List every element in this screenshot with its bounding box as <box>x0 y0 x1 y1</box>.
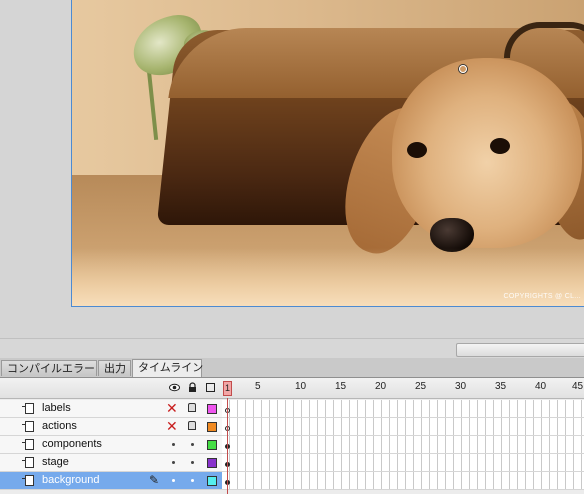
panel-tab-bar: コンパイルエラー 出力 タイムライン <box>0 358 584 378</box>
ruler-number: 40 <box>535 381 547 392</box>
layer-name-area[interactable]: background ✎ <box>0 472 222 489</box>
timeline-header: 1 5 10 15 20 25 30 35 40 45 <box>0 378 584 399</box>
locked-icon[interactable] <box>188 421 196 430</box>
hidden-x-icon[interactable]: ✕ <box>166 419 178 433</box>
layer-frames[interactable] <box>222 472 584 489</box>
ruler-number: 10 <box>295 381 307 392</box>
layer-frames[interactable] <box>222 418 584 435</box>
visibility-dot-icon[interactable] <box>172 461 175 464</box>
layer-color-swatch[interactable] <box>207 440 217 450</box>
layer-name: stage <box>42 456 69 468</box>
lock-dot-icon[interactable] <box>191 443 194 446</box>
layer-icon <box>22 403 34 414</box>
outline-icon[interactable] <box>206 383 215 392</box>
layer-row-stage[interactable]: stage <box>0 454 584 472</box>
layer-color-swatch[interactable] <box>207 476 217 486</box>
pencil-icon: ✎ <box>149 473 160 487</box>
layer-name-area[interactable]: stage <box>0 454 222 471</box>
layer-row-background[interactable]: background ✎ <box>0 472 584 490</box>
ruler-number: 20 <box>375 381 387 392</box>
layer-row-components[interactable]: components <box>0 436 584 454</box>
dog-eye <box>490 138 510 154</box>
layer-color-swatch[interactable] <box>207 422 217 432</box>
ruler-number: 5 <box>255 381 261 392</box>
lock-icon[interactable] <box>187 382 198 393</box>
layer-name: actions <box>42 420 77 432</box>
visibility-dot-icon[interactable] <box>172 443 175 446</box>
layer-row-labels[interactable]: labels ✕ <box>0 400 584 418</box>
scrollbar-thumb[interactable] <box>456 343 584 357</box>
layer-frames[interactable] <box>222 436 584 453</box>
layer-row-actions[interactable]: actions ✕ <box>0 418 584 436</box>
lock-dot-icon[interactable] <box>191 479 194 482</box>
ruler-number: 15 <box>335 381 347 392</box>
layer-icon <box>22 475 34 486</box>
layer-icon <box>22 439 34 450</box>
tab-compiler-errors[interactable]: コンパイルエラー <box>1 360 97 376</box>
layer-name: components <box>42 438 102 450</box>
stage-area: COPYRIGHTS @ CL... <box>0 0 584 344</box>
layer-name-area[interactable]: components <box>0 436 222 453</box>
layer-frames[interactable] <box>222 400 584 417</box>
ruler-number: 30 <box>455 381 467 392</box>
layer-name-area[interactable]: labels ✕ <box>0 400 222 417</box>
layer-name: labels <box>42 402 71 414</box>
hidden-x-icon[interactable]: ✕ <box>166 401 178 415</box>
ruler-number: 35 <box>495 381 507 392</box>
ruler-number: 25 <box>415 381 427 392</box>
ruler-number: 45 <box>572 381 584 392</box>
layer-icon <box>22 457 34 468</box>
copyright-watermark: COPYRIGHTS @ CL... <box>503 293 581 300</box>
tab-timeline[interactable]: タイムライン <box>132 359 203 377</box>
lock-dot-icon[interactable] <box>191 461 194 464</box>
dog-nose <box>430 218 474 252</box>
tab-output[interactable]: 出力 <box>98 360 131 376</box>
stage-horizontal-scrollbar[interactable] <box>0 338 584 359</box>
layer-color-swatch[interactable] <box>207 404 217 414</box>
visibility-dot-icon[interactable] <box>172 479 175 482</box>
locked-icon[interactable] <box>188 403 196 412</box>
stage-canvas[interactable]: COPYRIGHTS @ CL... <box>71 0 584 307</box>
layer-name: background <box>42 474 100 486</box>
playhead-line <box>227 398 228 494</box>
timeline-panel: 1 5 10 15 20 25 30 35 40 45 labels ✕ act… <box>0 378 584 494</box>
dog-eye <box>407 142 427 158</box>
layer-frames[interactable] <box>222 454 584 471</box>
layer-name-area[interactable]: actions ✕ <box>0 418 222 435</box>
registration-point-icon[interactable] <box>459 65 467 73</box>
layer-color-swatch[interactable] <box>207 458 217 468</box>
eye-icon[interactable] <box>169 382 180 393</box>
layer-icon <box>22 421 34 432</box>
frame-ruler[interactable]: 5 10 15 20 25 30 35 40 45 <box>222 378 584 398</box>
